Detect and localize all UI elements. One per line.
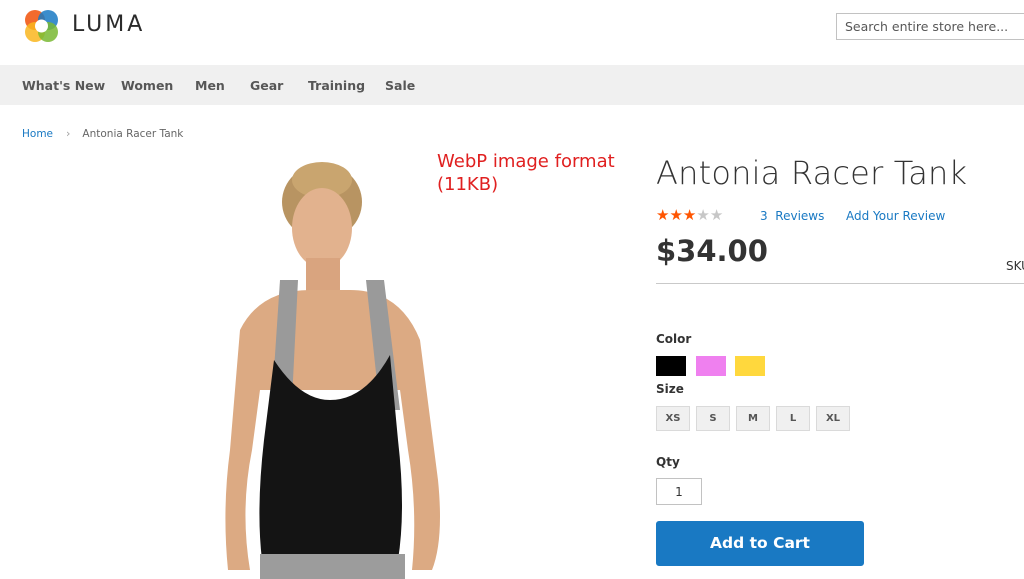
chevron-right-icon: › — [66, 127, 71, 140]
divider — [656, 283, 1024, 284]
color-swatch-black[interactable] — [656, 356, 686, 376]
color-swatch-yellow[interactable] — [735, 356, 765, 376]
annotation-line-2: (11KB) — [437, 174, 499, 195]
size-option-xl[interactable]: XL — [816, 406, 850, 431]
nav-item-gear[interactable]: Gear — [250, 78, 283, 93]
site-header: LUMA — [0, 0, 1024, 65]
nav-item-training[interactable]: Training — [308, 78, 365, 93]
size-option-xs[interactable]: XS — [656, 406, 690, 431]
qty-input[interactable] — [656, 478, 702, 505]
rating-stars: ★★★★★ — [656, 206, 723, 224]
search-input[interactable] — [836, 13, 1024, 40]
image-format-annotation: WebP image format (11KB) — [437, 150, 647, 196]
product-title: Antonia Racer Tank — [656, 154, 968, 192]
star-filled-icon: ★ — [656, 206, 670, 224]
size-label: Size — [656, 382, 684, 396]
nav-item-men[interactable]: Men — [195, 78, 225, 93]
add-to-cart-button[interactable]: Add to Cart — [656, 521, 864, 566]
reviews-link[interactable]: 3 Reviews — [760, 209, 824, 223]
add-review-link[interactable]: Add Your Review — [846, 209, 945, 223]
review-count: 3 — [760, 209, 768, 223]
breadcrumb-home-link[interactable]: Home — [22, 128, 53, 140]
nav-item-sale[interactable]: Sale — [385, 78, 415, 93]
size-option-s[interactable]: S — [696, 406, 730, 431]
color-label: Color — [656, 332, 692, 346]
star-empty-icon: ★ — [696, 206, 710, 224]
breadcrumb: Home › Antonia Racer Tank — [22, 127, 183, 140]
main-nav: What's New Women Men Gear Training Sale — [0, 65, 1024, 105]
sku-label: SKU — [1006, 259, 1024, 273]
star-filled-icon: ★ — [682, 206, 697, 224]
annotation-line-1: WebP image format — [437, 151, 615, 172]
product-image[interactable] — [200, 150, 490, 579]
nav-item-whats-new[interactable]: What's New — [22, 78, 105, 93]
size-option-m[interactable]: M — [736, 406, 770, 431]
star-filled-icon: ★ — [669, 206, 683, 224]
reviews-label: Reviews — [775, 209, 825, 223]
nav-item-women[interactable]: Women — [121, 78, 173, 93]
breadcrumb-current: Antonia Racer Tank — [82, 128, 184, 140]
product-price: $34.00 — [656, 234, 768, 268]
qty-label: Qty — [656, 455, 680, 469]
size-option-l[interactable]: L — [776, 406, 810, 431]
logo-text[interactable]: LUMA — [72, 12, 145, 37]
color-swatch-pink[interactable] — [696, 356, 726, 376]
luma-logo-icon[interactable] — [22, 8, 62, 44]
star-empty-icon: ★ — [709, 206, 724, 224]
